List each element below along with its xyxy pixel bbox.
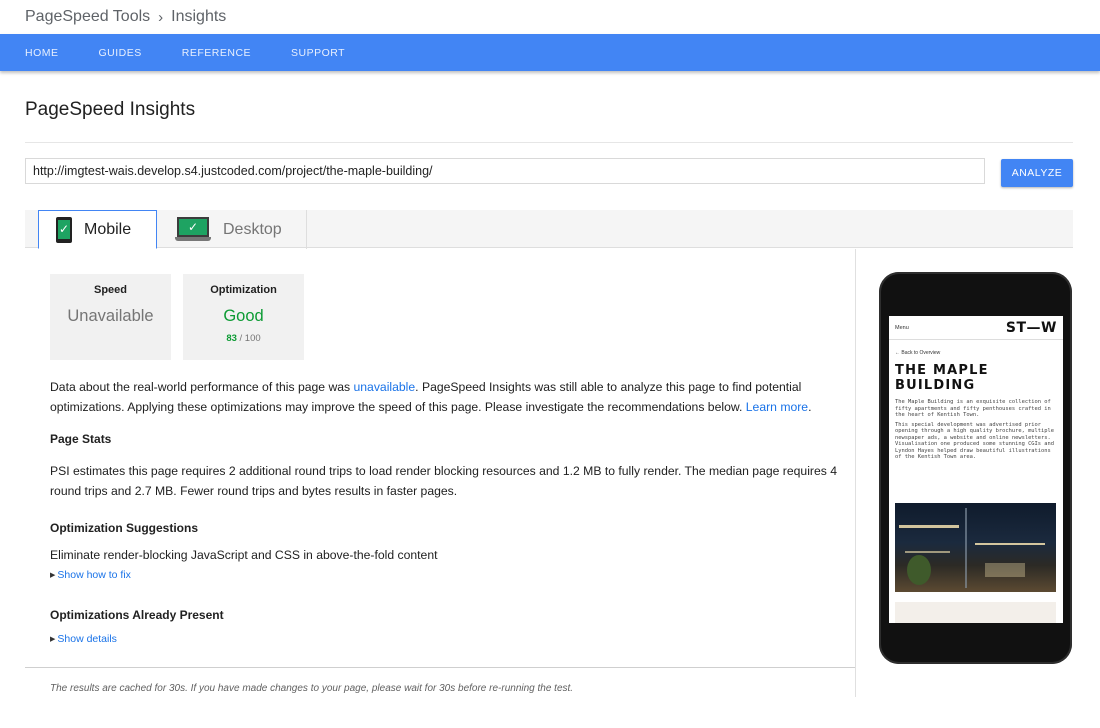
intro-text-3: . <box>808 400 812 414</box>
optimization-value: Good <box>223 307 264 325</box>
preview-back-link: ← Back to Overview <box>895 350 941 356</box>
preview-body: The Maple Building is an exquisite colle… <box>895 399 1057 461</box>
page-title: PageSpeed Insights <box>25 99 196 120</box>
preview-logo: ST—W <box>1005 319 1057 336</box>
results-panel: Speed Unavailable Optimization Good 83 /… <box>25 249 855 697</box>
breadcrumb-pagespeed-tools[interactable]: PageSpeed Tools <box>25 8 150 26</box>
preview-paragraph: The Maple Building is an exquisite colle… <box>895 399 1051 418</box>
url-input[interactable] <box>25 158 985 184</box>
speed-label: Speed <box>93 284 127 296</box>
device-tabs: ✓ Mobile ✓ Desktop <box>25 210 1073 249</box>
optimization-suggestions-heading: Optimization Suggestions <box>50 521 199 535</box>
unavailable-link[interactable]: unavailable <box>354 380 416 394</box>
show-details-label: Show details <box>57 633 117 645</box>
page-stats-text: PSI estimates this page requires 2 addit… <box>50 464 837 498</box>
panel-divider <box>855 249 856 697</box>
speed-score-card: Speed Unavailable <box>50 274 171 360</box>
optimization-score: 83 / 100 <box>183 333 304 344</box>
tab-mobile-label: Mobile <box>84 220 132 238</box>
breadcrumb: PageSpeed Tools › Insights <box>25 8 226 26</box>
monitor-check-icon: ✓ <box>175 216 211 243</box>
nav-reference[interactable]: REFERENCE <box>182 47 251 59</box>
intro-text: Data about the real-world performance of… <box>50 377 850 417</box>
preview-menu: Menu <box>895 324 909 331</box>
preview-paragraph: This special development was advertised … <box>895 421 1055 461</box>
divider <box>25 667 855 668</box>
show-how-to-fix-label: Show how to fix <box>57 569 131 581</box>
tab-desktop-label: Desktop <box>223 220 282 238</box>
divider <box>25 142 1073 143</box>
page-stats-heading: Page Stats <box>50 432 112 446</box>
chevron-right-icon: › <box>158 8 164 26</box>
mobile-preview: Menu ST—W ← Back to Overview THE MAPLE B… <box>879 272 1072 664</box>
preview-screen: Menu ST—W ← Back to Overview THE MAPLE B… <box>889 316 1063 623</box>
optimization-score-card: Optimization Good 83 / 100 <box>183 274 304 360</box>
optimizations-present-heading: Optimizations Already Present <box>50 608 224 622</box>
preview-header: Menu ST—W <box>889 316 1063 340</box>
preview-photo <box>895 503 1056 592</box>
optimization-score-max: / 100 <box>239 333 261 344</box>
cache-note: The results are cached for 30s. If you h… <box>50 683 574 694</box>
suggestion-item: Eliminate render-blocking JavaScript and… <box>50 548 438 562</box>
triangle-right-icon: ▶ <box>50 636 56 643</box>
breadcrumb-current: Insights <box>171 8 227 25</box>
tab-mobile[interactable]: ✓ Mobile <box>38 210 157 249</box>
top-bar: PageSpeed Tools › Insights <box>0 0 1100 34</box>
phone-check-icon: ✓ <box>56 216 72 243</box>
show-details-link[interactable]: ▶ Show details <box>50 633 117 645</box>
nav-support[interactable]: SUPPORT <box>291 47 345 59</box>
optimization-label: Optimization <box>210 284 277 296</box>
main-nav: HOME GUIDES REFERENCE SUPPORT <box>0 34 1100 71</box>
preview-title: THE MAPLE BUILDING <box>895 363 989 393</box>
optimization-score-number: 83 <box>226 333 237 344</box>
tab-desktop[interactable]: ✓ Desktop <box>157 210 307 249</box>
learn-more-link[interactable]: Learn more <box>746 400 808 414</box>
nav-guides[interactable]: GUIDES <box>99 47 142 59</box>
speed-value: Unavailable <box>67 307 154 325</box>
nav-home[interactable]: HOME <box>25 47 59 59</box>
show-how-to-fix-link[interactable]: ▶ Show how to fix <box>50 569 131 581</box>
analyze-button[interactable]: ANALYZE <box>1001 159 1073 187</box>
triangle-right-icon: ▶ <box>50 572 56 579</box>
preview-footer-strip <box>895 602 1056 623</box>
intro-text-1: Data about the real-world performance of… <box>50 380 354 394</box>
